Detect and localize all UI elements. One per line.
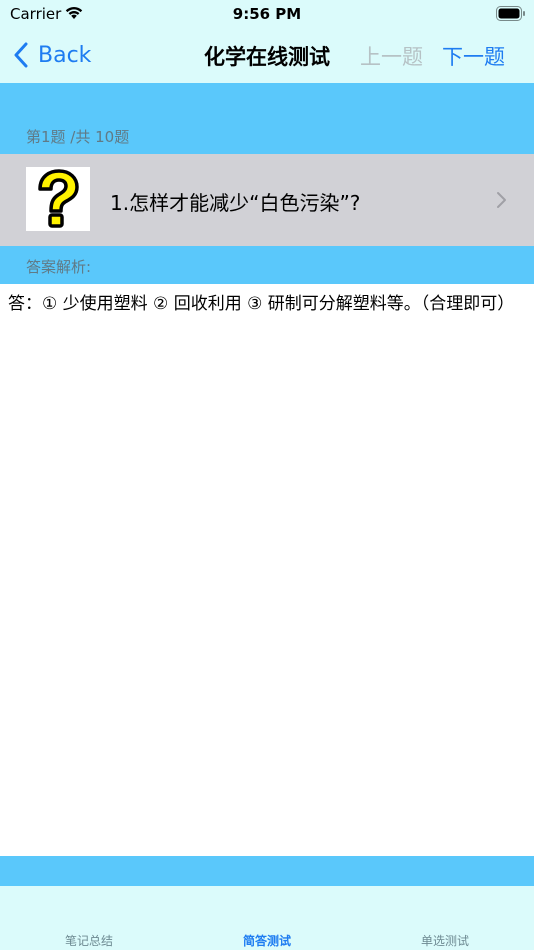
navigation-bar: Back 化学在线测试 上一题 下一题 bbox=[0, 28, 534, 83]
tab-short-answer-test[interactable]: 简答测试 bbox=[207, 932, 327, 949]
tab-bar: 笔记总结 简答测试 单选测试 bbox=[0, 886, 534, 950]
question-mark-icon bbox=[26, 167, 90, 231]
question-row[interactable]: 1.怎样才能减少“白色污染”? bbox=[0, 154, 534, 246]
clock: 9:56 PM bbox=[232, 5, 302, 23]
back-label: Back bbox=[38, 42, 92, 68]
chevron-left-icon bbox=[14, 42, 28, 68]
question-text: 1.怎样才能减少“白色污染”? bbox=[110, 191, 361, 215]
question-counter: 第1题 /共 10题 bbox=[26, 128, 130, 146]
footer-band bbox=[0, 856, 534, 886]
tab-single-choice-test[interactable]: 单选测试 bbox=[385, 932, 505, 949]
tab-notes-summary[interactable]: 笔记总结 bbox=[29, 932, 149, 949]
chevron-right-icon bbox=[497, 192, 506, 208]
next-question-button[interactable]: 下一题 bbox=[442, 41, 505, 71]
battery-icon bbox=[496, 6, 525, 21]
status-bar: Carrier 9:56 PM bbox=[0, 0, 534, 28]
back-button[interactable]: Back bbox=[14, 39, 91, 71]
answer-label: 答案解析: bbox=[26, 258, 92, 276]
previous-question-button[interactable]: 上一题 bbox=[360, 41, 423, 71]
answer-text: 答：① 少使用塑料 ② 回收利用 ③ 研制可分解塑料等。（合理即可） bbox=[8, 294, 515, 314]
